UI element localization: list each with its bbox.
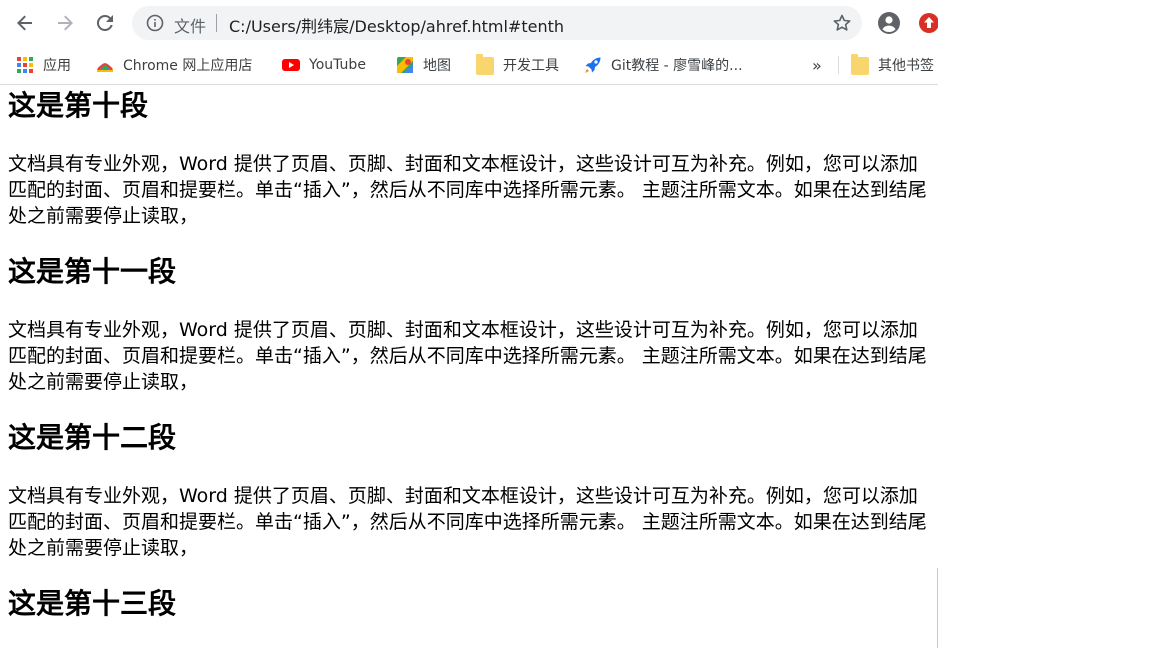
bookmark-label: 应用 — [43, 58, 71, 74]
account-icon — [878, 12, 900, 34]
bookmarks-separator — [838, 56, 839, 74]
chrome-webstore-icon — [96, 63, 114, 72]
section-heading: 这是第十二段 — [8, 421, 177, 454]
bookmark-maps[interactable]: 地图 — [396, 54, 451, 76]
section-heading: 这是第十三段 — [8, 587, 177, 620]
section-paragraph: 文档具有专业外观，Word 提供了页眉、页脚、封面和文本框设计，这些设计可互为补… — [8, 153, 927, 227]
section-heading: 这是第十段 — [8, 89, 149, 122]
folder-icon — [851, 54, 869, 75]
bookmark-label: 其他书签 — [878, 58, 934, 74]
bookmark-other-folder[interactable]: 其他书签 — [851, 54, 934, 76]
account-button[interactable] — [875, 9, 903, 37]
bookmark-label: Chrome 网上应用店 — [123, 58, 253, 74]
back-arrow-icon — [17, 15, 32, 31]
bookmarks-overflow-button[interactable]: » — [812, 56, 822, 75]
bookmark-star-button[interactable] — [830, 11, 854, 35]
bookmark-apps[interactable]: 应用 — [16, 54, 71, 76]
bookmark-youtube[interactable]: YouTube — [282, 54, 366, 76]
reload-icon — [96, 14, 113, 31]
window-edge — [937, 568, 938, 648]
folder-icon — [476, 54, 494, 75]
desktop-background — [938, 0, 1152, 648]
extension-icon — [919, 13, 938, 33]
url-text[interactable]: C:/Users/荆纬宸/Desktop/ahref.html#tenth — [229, 13, 564, 37]
bookmark-label: 地图 — [423, 58, 451, 74]
bookmark-folder-devtools[interactable]: 开发工具 — [476, 54, 559, 76]
browser-window: 文件 C:/Users/荆纬宸/Desktop/ahref.html#tenth — [0, 0, 938, 648]
section-paragraph: 文档具有专业外观，Word 提供了页眉、页脚、封面和文本框设计，这些设计可互为补… — [8, 319, 927, 393]
bookmark-label: 开发工具 — [503, 58, 559, 74]
section-heading: 这是第十一段 — [8, 255, 177, 288]
star-icon — [833, 14, 851, 31]
bookmark-label: Git教程 - 廖雪峰的... — [611, 58, 743, 74]
bookmark-git-tutorial[interactable]: Git教程 - 廖雪峰的... — [584, 54, 743, 76]
info-icon[interactable] — [146, 14, 164, 32]
apps-grid-icon — [17, 57, 33, 73]
youtube-icon — [282, 59, 300, 71]
maps-icon — [397, 57, 413, 73]
page-content: 这是第十段 文档具有专业外观，Word 提供了页眉、页脚、封面和文本框设计，这些… — [0, 85, 938, 648]
extension-button[interactable] — [915, 9, 938, 37]
scheme-label: 文件 — [174, 17, 207, 36]
bookmark-chrome-webstore[interactable]: Chrome 网上应用店 — [96, 54, 252, 76]
bookmark-label: YouTube — [309, 57, 366, 73]
bookmarks-bar: 应用 Chrome 网上应用店 YouTube 地图 开发工具 Git教程 - … — [0, 46, 938, 85]
back-button[interactable] — [11, 9, 39, 37]
forward-button[interactable] — [51, 9, 79, 37]
browser-toolbar: 文件 C:/Users/荆纬宸/Desktop/ahref.html#tenth — [0, 0, 938, 46]
section-paragraph: 文档具有专业外观，Word 提供了页眉、页脚、封面和文本框设计，这些设计可互为补… — [8, 485, 927, 559]
address-bar[interactable]: 文件 C:/Users/荆纬宸/Desktop/ahref.html#tenth — [132, 6, 862, 40]
forward-arrow-icon — [58, 15, 73, 31]
rocket-icon — [585, 57, 601, 73]
reload-button[interactable] — [91, 9, 119, 37]
omnibox-separator — [216, 14, 217, 32]
